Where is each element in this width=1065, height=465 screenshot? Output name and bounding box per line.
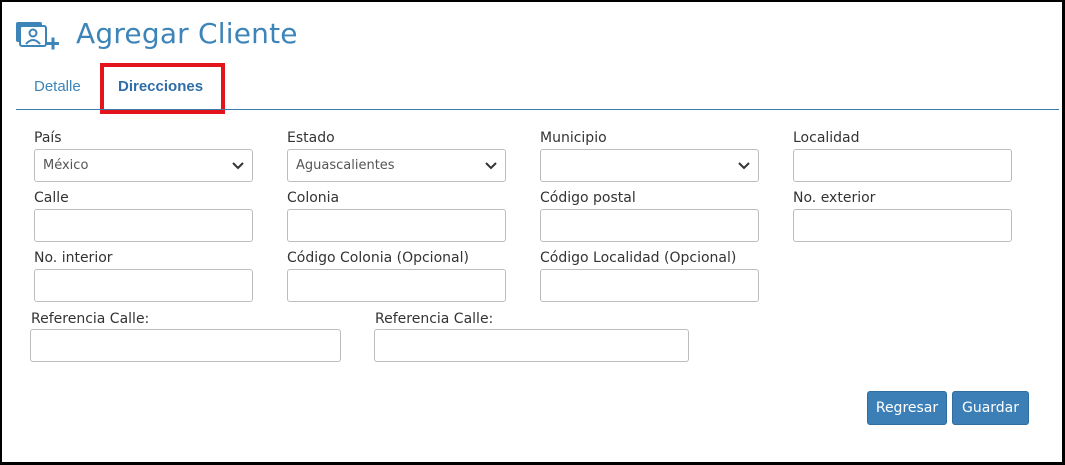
localidad-input[interactable]	[793, 149, 1012, 182]
codigo-localidad-input[interactable]	[540, 269, 759, 302]
codigo-colonia-input[interactable]	[287, 269, 506, 302]
no-interior-input[interactable]	[34, 269, 253, 302]
pais-value: México	[43, 158, 89, 173]
referencia-calle-1-input[interactable]	[30, 329, 341, 362]
codigo-postal-label: Código postal	[540, 190, 636, 206]
add-contact-icon	[16, 22, 59, 50]
regresar-button[interactable]: Regresar	[867, 391, 947, 425]
tab-highlight-box	[100, 63, 225, 114]
colonia-input[interactable]	[287, 209, 506, 242]
localidad-label: Localidad	[793, 130, 860, 146]
no-exterior-input[interactable]	[793, 209, 1012, 242]
no-interior-label: No. interior	[34, 250, 113, 266]
calle-label: Calle	[34, 190, 69, 206]
no-exterior-label: No. exterior	[793, 190, 876, 206]
codigo-colonia-label: Código Colonia (Opcional)	[287, 250, 469, 266]
estado-label: Estado	[287, 130, 335, 146]
municipio-label: Municipio	[540, 130, 607, 146]
municipio-select[interactable]	[540, 149, 759, 182]
chevron-down-icon	[485, 161, 497, 169]
estado-select[interactable]: Aguascalientes	[287, 149, 506, 182]
guardar-button[interactable]: Guardar	[952, 391, 1029, 425]
codigo-postal-input[interactable]	[540, 209, 759, 242]
referencia-calle-2-label: Referencia Calle:	[375, 311, 494, 327]
page-title: Agregar Cliente	[76, 17, 298, 50]
pais-label: País	[34, 130, 62, 146]
referencia-calle-1-label: Referencia Calle:	[31, 311, 150, 327]
pais-select[interactable]: México	[34, 149, 253, 182]
tab-detalle[interactable]: Detalle	[34, 78, 81, 95]
referencia-calle-2-input[interactable]	[374, 329, 689, 362]
chevron-down-icon	[232, 161, 244, 169]
calle-input[interactable]	[34, 209, 253, 242]
chevron-down-icon	[738, 161, 750, 169]
colonia-label: Colonia	[287, 190, 340, 206]
codigo-localidad-label: Código Localidad (Opcional)	[540, 250, 737, 266]
estado-value: Aguascalientes	[296, 158, 395, 173]
tab-underline	[16, 109, 1059, 110]
